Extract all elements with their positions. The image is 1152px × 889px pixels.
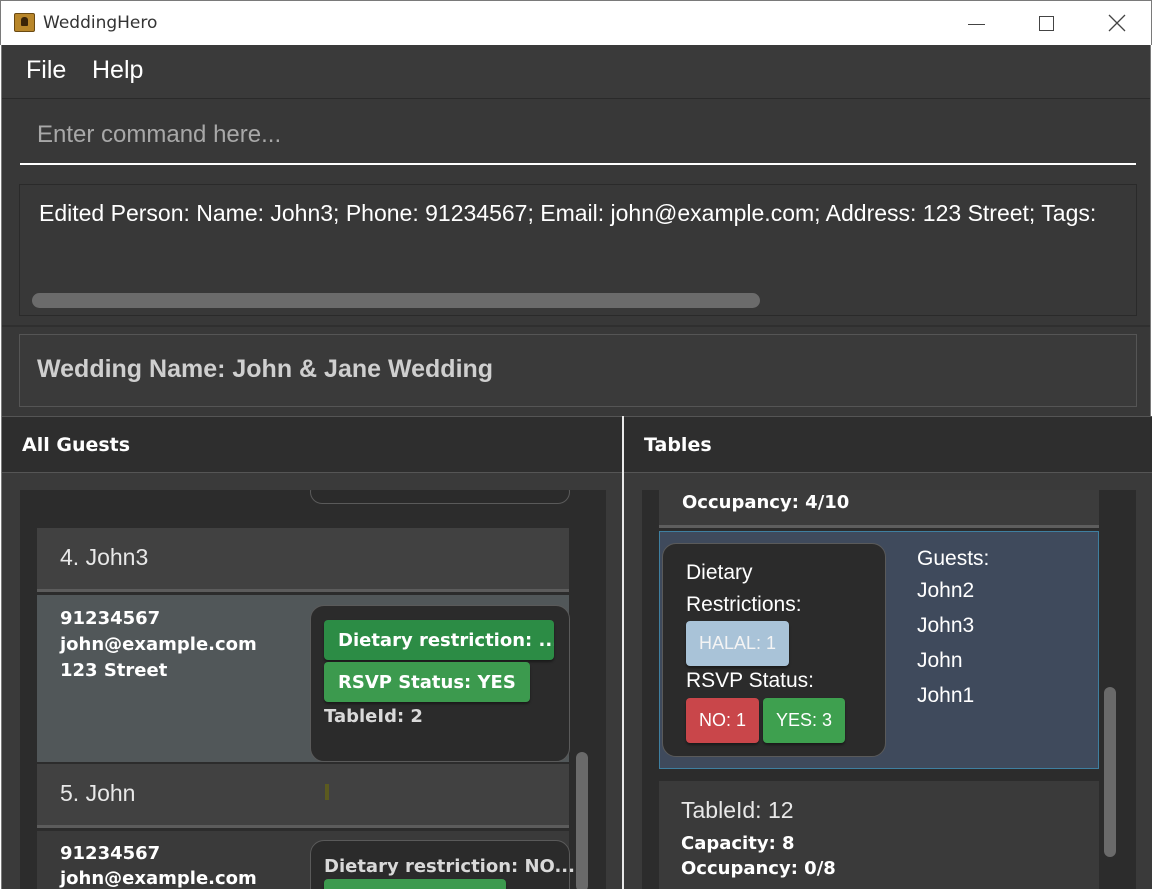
table-guest-name: John2 — [917, 579, 975, 602]
rsvp-tag — [324, 879, 506, 889]
guests-panel: All Guests 4. John3 91234567 john@exampl… — [2, 416, 622, 889]
wedding-name-panel: Wedding Name: John & Jane Wedding — [19, 334, 1137, 407]
guest-card-body[interactable]: 91234567 john@example.com 123 Street Die… — [37, 595, 570, 762]
close-icon — [1108, 14, 1126, 32]
dietary-tag: Dietary restriction: ... — [324, 620, 554, 660]
close-button[interactable] — [1094, 7, 1140, 39]
app-logo-icon — [14, 13, 35, 32]
table-id-text: TableId: 2 — [324, 706, 423, 727]
selected-table-card[interactable]: Dietary Restrictions: HALAL: 1 RSVP Stat… — [659, 531, 1099, 769]
guest-address: 123 Street — [60, 660, 168, 681]
table-card[interactable]: TableId: 12 Capacity: 8 Occupancy: 0/8 — [659, 781, 1099, 889]
rsvp-tag: RSVP Status: YES — [324, 662, 530, 702]
guests-panel-title: All Guests — [22, 434, 131, 456]
guest-card-body[interactable]: 91234567 john@example.com Dietary restri… — [37, 831, 575, 889]
dietary-label: Dietary — [686, 561, 753, 584]
guest-email: john@example.com — [60, 634, 257, 655]
result-display: Edited Person: Name: John3; Phone: 91234… — [19, 184, 1137, 316]
dietary-text: Dietary restriction: NO... — [324, 856, 575, 877]
divider — [2, 325, 1150, 327]
guests-label: Guests: — [917, 547, 990, 570]
halal-chip: HALAL: 1 — [686, 621, 790, 666]
guest-name: 5. John — [60, 780, 136, 806]
tables-panel-title: Tables — [644, 434, 712, 456]
table-guest-name: John3 — [917, 614, 975, 637]
command-box — [20, 107, 1136, 165]
guest-card-header[interactable]: 4. John3 — [37, 528, 569, 592]
previous-guest-card — [310, 490, 570, 504]
result-horizontal-scrollbar[interactable] — [32, 293, 760, 308]
guest-card-header[interactable]: 5. John — [37, 764, 569, 828]
rsvp-label: RSVP Status: — [686, 669, 815, 692]
window-titlebar: WeddingHero — [0, 0, 1152, 45]
command-input[interactable] — [20, 107, 1136, 163]
restrictions-label: Restrictions: — [686, 593, 802, 616]
menu-file[interactable]: File — [26, 56, 66, 85]
maximize-button[interactable] — [1023, 7, 1069, 39]
result-message: Edited Person: Name: John3; Phone: 91234… — [39, 200, 1097, 226]
guest-list-scrollbar[interactable] — [576, 752, 588, 889]
guest-phone: 91234567 — [60, 608, 161, 629]
guest-email: john@example.com — [60, 868, 257, 889]
table-list[interactable]: Occupancy: 4/10 Dietary Restrictions: HA… — [642, 490, 1136, 889]
table-list-scrollbar[interactable] — [1104, 687, 1116, 857]
rsvp-yes-chip: YES: 3 — [763, 698, 846, 743]
guest-phone: 91234567 — [60, 843, 161, 864]
guests-panel-header: All Guests — [2, 416, 622, 473]
guest-info-card: Dietary restriction: NO... — [310, 840, 575, 889]
table-capacity: Capacity: 8 — [681, 833, 795, 854]
menu-bar: File Help — [2, 45, 1150, 99]
text-cursor-mark — [325, 784, 329, 800]
menu-help[interactable]: Help — [92, 56, 143, 85]
maximize-icon — [1038, 15, 1054, 31]
table-guest-name: John1 — [917, 684, 975, 707]
guest-list[interactable]: 4. John3 91234567 john@example.com 123 S… — [20, 490, 606, 889]
table-id-title: TableId: 12 — [681, 797, 794, 823]
table-occupancy: Occupancy: 4/10 — [682, 492, 850, 513]
minimize-button[interactable] — [953, 7, 999, 39]
window-title: WeddingHero — [43, 13, 158, 33]
tables-panel: Tables Occupancy: 4/10 Dietary Restricti… — [624, 416, 1152, 889]
table-card-header: Occupancy: 4/10 — [659, 490, 1099, 528]
table-guest-name: John — [917, 649, 963, 672]
tables-panel-header: Tables — [624, 416, 1152, 473]
minimize-icon — [967, 23, 985, 25]
app-window: File Help Edited Person: Name: John3; Ph… — [1, 45, 1152, 889]
rsvp-no-chip: NO: 1 — [686, 698, 760, 743]
table-summary-card: Dietary Restrictions: HALAL: 1 RSVP Stat… — [662, 543, 886, 757]
wedding-name: Wedding Name: John & Jane Wedding — [37, 355, 494, 383]
guest-name: 4. John3 — [60, 544, 149, 570]
table-occupancy: Occupancy: 0/8 — [681, 858, 836, 879]
guest-info-card: Dietary restriction: ... RSVP Status: YE… — [310, 605, 570, 762]
